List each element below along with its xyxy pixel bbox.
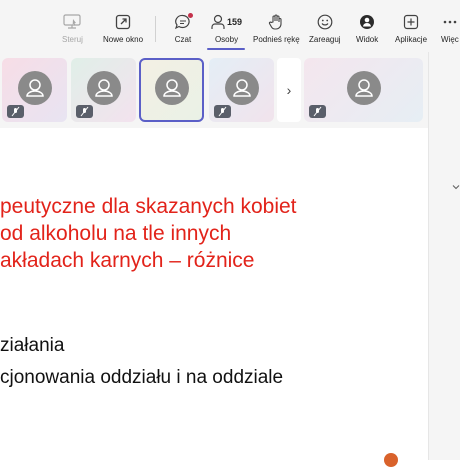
side-panel xyxy=(428,52,460,460)
person-icon xyxy=(25,79,44,97)
participant-strip: › xyxy=(0,52,460,128)
slide-title-line: peutyczne dla skazanych kobiet xyxy=(0,195,297,218)
slide-bullet: cjonowania oddziału i na oddziale xyxy=(0,367,284,388)
apps-icon xyxy=(403,14,419,30)
avatar xyxy=(154,71,189,105)
share-screen-icon xyxy=(63,14,82,29)
participant-tile[interactable] xyxy=(2,58,67,122)
participant-tile[interactable] xyxy=(304,58,423,122)
avatar xyxy=(346,71,381,105)
mic-muted-icon xyxy=(214,105,231,118)
mic-muted-icon xyxy=(7,105,24,118)
toolbar-divider xyxy=(155,16,156,42)
mic-muted-icon xyxy=(309,105,326,118)
view-button[interactable]: Widok xyxy=(356,14,378,44)
apps-button[interactable]: Aplikacje xyxy=(395,14,427,44)
view-label: Widok xyxy=(356,35,379,44)
chevron-down-icon[interactable] xyxy=(451,182,460,192)
share-control-button[interactable]: Steruj xyxy=(62,14,83,44)
meeting-toolbar: Steruj Nowe okno Czat 159 Osoby Podnieś … xyxy=(0,0,460,53)
people-button[interactable]: 159 Osoby xyxy=(211,14,242,44)
person-icon xyxy=(354,79,373,97)
mic-muted-icon xyxy=(76,105,93,118)
people-label: Osoby xyxy=(214,35,239,44)
slide-title-line: od alkoholu na tle innych xyxy=(0,222,232,245)
chat-unread-badge xyxy=(188,13,193,18)
participant-tile[interactable] xyxy=(71,58,136,122)
raise-hand-button[interactable]: Podnieś rękę xyxy=(253,14,300,44)
next-participants-button[interactable]: › xyxy=(277,58,301,122)
presenter-badge xyxy=(384,453,398,467)
react-label: Zareaguj xyxy=(309,35,341,44)
slide-bullet: ziałania xyxy=(0,335,65,356)
person-icon xyxy=(94,79,113,97)
shared-slide: peutyczne dla skazanych kobiet od alkoho… xyxy=(0,128,428,467)
avatar xyxy=(86,71,121,105)
react-icon xyxy=(317,14,333,30)
share-control-label: Steruj xyxy=(62,35,83,44)
new-window-button[interactable]: Nowe okno xyxy=(103,14,143,44)
people-icon xyxy=(211,14,225,29)
person-icon xyxy=(232,79,251,97)
participant-tile-selected[interactable] xyxy=(139,58,204,122)
new-window-label: Nowe okno xyxy=(103,35,144,44)
more-button[interactable]: Więc xyxy=(441,14,459,44)
avatar xyxy=(17,71,52,105)
participant-tile[interactable] xyxy=(209,58,274,122)
raise-hand-icon xyxy=(269,14,282,30)
chat-button[interactable]: Czat xyxy=(174,13,193,44)
people-active-indicator xyxy=(207,48,245,50)
view-icon xyxy=(360,15,375,29)
avatar xyxy=(224,71,259,105)
more-label: Więc xyxy=(441,35,459,44)
slide-title-line: akładach karnych – różnice xyxy=(0,249,255,272)
new-window-icon xyxy=(115,14,131,30)
chevron-right-icon: › xyxy=(286,82,292,98)
chat-label: Czat xyxy=(174,35,192,44)
person-icon xyxy=(162,79,181,97)
participant-count: 159 xyxy=(227,17,243,27)
apps-label: Aplikacje xyxy=(395,35,428,44)
raise-hand-label: Podnieś rękę xyxy=(253,35,300,44)
more-icon xyxy=(443,20,457,24)
react-button[interactable]: Zareaguj xyxy=(309,14,341,44)
